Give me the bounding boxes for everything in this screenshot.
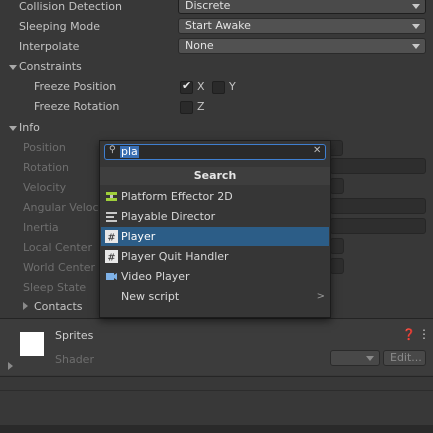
list-item-new-script[interactable]: New script > bbox=[101, 287, 329, 306]
edit-label: Edit... bbox=[390, 351, 422, 364]
platform-effector-icon bbox=[105, 190, 118, 203]
foldout-expanded-icon bbox=[9, 65, 17, 70]
info-field-position: Position bbox=[23, 141, 66, 154]
sleeping-mode-dropdown[interactable]: Start Awake bbox=[178, 18, 426, 34]
foldout-collapsed-icon[interactable] bbox=[8, 362, 13, 370]
material-name: Sprites bbox=[55, 329, 94, 342]
foldout-expanded-icon bbox=[9, 126, 17, 131]
svg-text:#: # bbox=[107, 253, 115, 264]
section-divider bbox=[0, 376, 433, 377]
search-icon: ⚲ bbox=[109, 145, 116, 155]
shader-label: Shader bbox=[55, 353, 94, 366]
info-field-inertia: Inertia bbox=[23, 221, 59, 234]
local-center-field bbox=[330, 238, 344, 254]
info-field-sleep-state: Sleep State bbox=[23, 281, 87, 294]
search-field[interactable]: ⚲ pla ✕ bbox=[104, 144, 326, 160]
freeze-rotation-z-checkbox[interactable] bbox=[180, 101, 193, 114]
list-item-label: Playable Director bbox=[121, 210, 216, 223]
interpolate-dropdown[interactable]: None bbox=[178, 38, 426, 54]
velocity-field bbox=[330, 178, 344, 194]
sleeping-mode-value: Start Awake bbox=[185, 19, 251, 32]
contacts-label: Contacts bbox=[34, 300, 83, 313]
collision-detection-dropdown[interactable]: Discrete bbox=[178, 0, 426, 14]
chevron-down-icon bbox=[412, 44, 420, 49]
list-item-label: Video Player bbox=[121, 270, 190, 283]
chevron-down-icon bbox=[412, 24, 420, 29]
freeze-position-x-label: X bbox=[197, 80, 205, 93]
list-item-label: Player bbox=[121, 230, 156, 243]
freeze-rotation-z-label: Z bbox=[197, 100, 205, 113]
chevron-right-icon: > bbox=[316, 291, 325, 302]
constraints-label: Constraints bbox=[19, 60, 82, 73]
inspector-footer bbox=[0, 425, 433, 433]
world-center-field bbox=[330, 258, 344, 274]
help-icon[interactable]: ❓ bbox=[402, 328, 416, 341]
info-field-angular-velocity: Angular Veloc bbox=[23, 201, 99, 214]
rotation-field bbox=[330, 158, 426, 174]
collision-detection-value: Discrete bbox=[185, 0, 231, 12]
list-item-playable-director[interactable]: Playable Director bbox=[101, 207, 329, 226]
shader-edit-button[interactable]: Edit... bbox=[383, 350, 426, 366]
info-field-rotation: Rotation bbox=[23, 161, 70, 174]
interpolate-value: None bbox=[185, 39, 214, 52]
info-field-local-center: Local Center bbox=[23, 241, 93, 254]
search-input[interactable]: pla bbox=[120, 146, 139, 158]
list-item-player[interactable]: # Player bbox=[101, 227, 329, 246]
list-item-player-quit-handler[interactable]: # Player Quit Handler bbox=[101, 247, 329, 266]
material-header bbox=[0, 319, 433, 375]
svg-text:#: # bbox=[107, 233, 115, 244]
more-options-icon[interactable]: ⋮ bbox=[418, 327, 430, 341]
interpolate-label: Interpolate bbox=[19, 40, 80, 53]
list-item-label: Player Quit Handler bbox=[121, 250, 229, 263]
info-field-world-center: World Center bbox=[23, 261, 96, 274]
material-preview-swatch bbox=[20, 332, 44, 356]
freeze-position-label: Freeze Position bbox=[34, 80, 117, 93]
inertia-field bbox=[330, 218, 426, 234]
list-item-video-player[interactable]: Video Player bbox=[101, 267, 329, 286]
section-divider bbox=[0, 390, 433, 391]
freeze-position-x-checkbox[interactable]: ✔ bbox=[180, 79, 193, 94]
script-icon: # bbox=[105, 250, 118, 264]
info-field-velocity: Velocity bbox=[23, 181, 67, 194]
collision-detection-label: Collision Detection bbox=[19, 0, 123, 13]
foldout-collapsed-icon bbox=[23, 302, 28, 310]
shader-dropdown[interactable] bbox=[330, 350, 380, 366]
list-item-label: New script bbox=[121, 290, 180, 303]
info-label: Info bbox=[19, 121, 40, 134]
chevron-down-icon bbox=[412, 4, 420, 9]
freeze-position-y-label: Y bbox=[229, 80, 236, 93]
chevron-down-icon bbox=[366, 356, 374, 361]
popup-title: Search bbox=[100, 167, 330, 185]
add-component-popup: ⚲ pla ✕ Search Platform Effector 2D Play… bbox=[99, 140, 331, 318]
list-item-platform-effector-2d[interactable]: Platform Effector 2D bbox=[101, 187, 329, 206]
video-player-icon bbox=[105, 270, 118, 283]
list-item-label: Platform Effector 2D bbox=[121, 190, 233, 203]
angular-velocity-field bbox=[330, 198, 426, 214]
script-icon: # bbox=[105, 230, 118, 244]
sleeping-mode-label: Sleeping Mode bbox=[19, 20, 101, 33]
checkmark-icon: ✔ bbox=[182, 79, 192, 92]
freeze-rotation-label: Freeze Rotation bbox=[34, 100, 120, 113]
clear-search-icon[interactable]: ✕ bbox=[313, 145, 321, 156]
playable-director-icon bbox=[105, 210, 118, 223]
freeze-position-y-checkbox[interactable] bbox=[212, 81, 225, 94]
